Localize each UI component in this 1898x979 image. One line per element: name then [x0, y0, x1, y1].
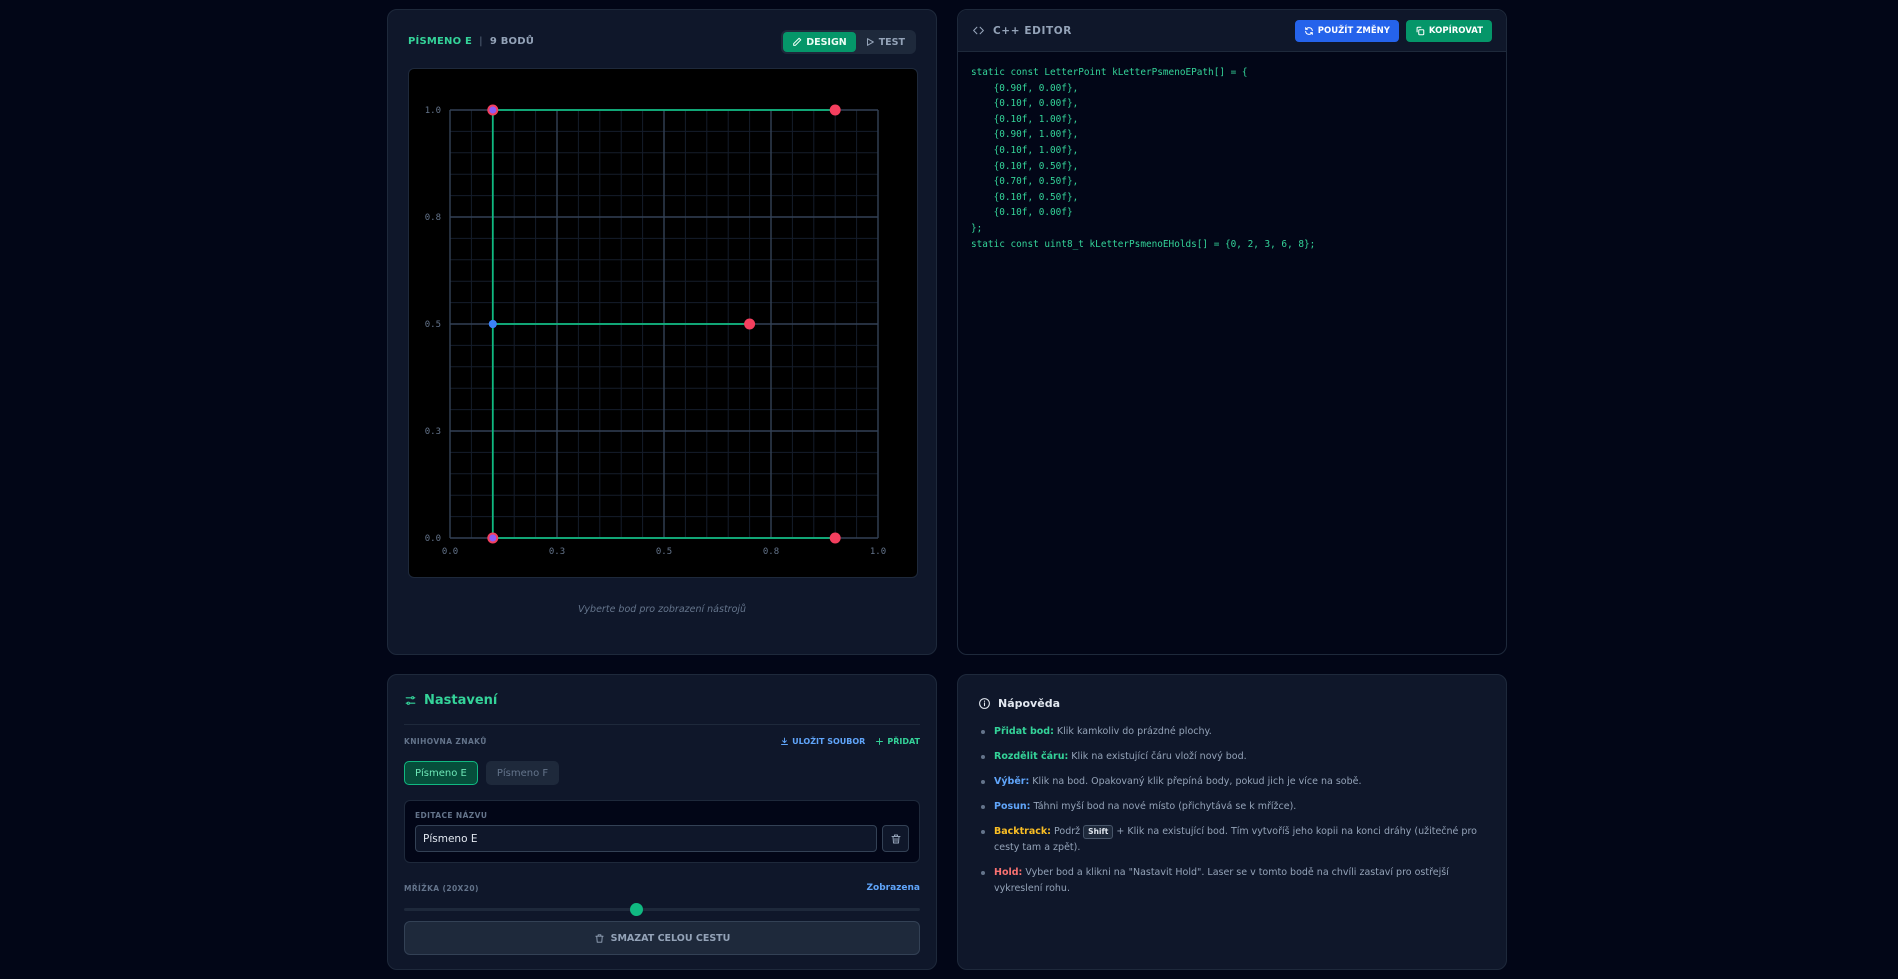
- tab-test[interactable]: TEST: [856, 32, 914, 52]
- code-editor[interactable]: static const LetterPoint kLetterPsmenoEP…: [971, 65, 1315, 252]
- canvas-svg[interactable]: 0.00.0 0.3 0.3 0.5 0.5 0.8 0.8 1.0 1.0: [409, 69, 917, 577]
- download-icon: [781, 737, 789, 745]
- copy-label: KOPÍROVAT: [1428, 25, 1483, 36]
- help-text: Táhni myší bod na nové místo (přichytává…: [1030, 801, 1297, 812]
- help-term: Přidat bod:: [994, 726, 1054, 737]
- help-term: Posun:: [994, 801, 1031, 812]
- tab-design[interactable]: DESIGN: [783, 32, 856, 52]
- y-tick-label: 0.3: [425, 427, 441, 437]
- help-header: Nápověda: [978, 697, 1060, 710]
- select-hint: Vyberte bod pro zobrazení nástrojů: [577, 604, 747, 615]
- grid-slider-thumb[interactable]: [629, 903, 643, 916]
- settings-divider: [404, 724, 920, 725]
- x-tick-label: 1.0: [870, 547, 886, 557]
- play-icon: [866, 38, 874, 46]
- help-list: Přidat bod: Klik kamkoliv do prázdné plo…: [981, 724, 1489, 906]
- settings-panel: Nastavení KNIHOVNA ZNAKŮ ULOŽIT SOUBOR P…: [387, 674, 937, 970]
- clear-path-button[interactable]: SMAZAT CELOU CESTU: [404, 921, 920, 955]
- chip-letter-e[interactable]: Písmeno E: [404, 761, 478, 785]
- plus-icon: [876, 738, 884, 745]
- grid-visibility-toggle[interactable]: Zobrazena: [867, 883, 921, 893]
- help-item-backtrack: Backtrack: Podrž Shift + Klik na existuj…: [981, 824, 1489, 856]
- grid-slider[interactable]: [404, 903, 920, 916]
- help-item-move: Posun: Táhni myší bod na nové místo (při…: [981, 799, 1489, 815]
- x-tick-label: 0.0: [442, 547, 458, 557]
- shift-key: Shift: [1083, 825, 1114, 839]
- save-file-label: ULOŽIT SOUBOR: [792, 737, 866, 746]
- grid-label: MŘÍŽKA (20X20): [404, 883, 479, 893]
- apply-changes-label: POUŽÍT ZMĚNY: [1317, 25, 1390, 36]
- help-item-select: Výběr: Klik na bod. Opakovaný klik přepí…: [981, 774, 1489, 790]
- apply-changes-button[interactable]: POUŽÍT ZMĚNY: [1294, 19, 1399, 42]
- help-text: Klik na bod. Opakovaný klik přepíná body…: [1029, 776, 1362, 787]
- help-term: Hold:: [994, 867, 1023, 878]
- name-edit-label: EDITACE NÁZVU: [415, 811, 488, 820]
- help-panel: Nápověda Přidat bod: Klik kamkoliv do pr…: [957, 674, 1507, 970]
- refresh-icon: [1304, 26, 1313, 35]
- help-title: Nápověda: [998, 697, 1060, 710]
- delete-letter-button[interactable]: [882, 825, 909, 852]
- letter-name-input[interactable]: [415, 825, 877, 852]
- code-icon: [973, 26, 984, 35]
- tab-test-label: TEST: [878, 36, 905, 48]
- header-separator: |: [479, 36, 483, 47]
- code-header: C++ EDITOR POUŽÍT ZMĚNY KOPÍROVAT: [958, 10, 1506, 52]
- hold-point: [829, 532, 841, 544]
- letter-chips: Písmeno E Písmeno F: [404, 761, 560, 785]
- overlap-point: [489, 106, 497, 114]
- copy-button[interactable]: KOPÍROVAT: [1405, 19, 1492, 42]
- copy-icon: [1416, 26, 1425, 35]
- trash-icon: [595, 933, 604, 943]
- y-tick-label: 1.0: [425, 106, 441, 116]
- code-panel: C++ EDITOR POUŽÍT ZMĚNY KOPÍROVAT static…: [957, 9, 1507, 655]
- settings-header: Nastavení: [404, 693, 497, 708]
- points-count: 9 BODŮ: [489, 36, 535, 47]
- overlap-point: [489, 534, 497, 542]
- design-panel: PÍSMENO E | 9 BODŮ DESIGN TEST 0.0 0.0 0.3…: [387, 9, 937, 655]
- tab-design-label: DESIGN: [806, 36, 847, 48]
- path-point: [488, 320, 497, 328]
- hold-point: [744, 318, 756, 330]
- x-tick-label: 0.3: [549, 547, 565, 557]
- trash-icon: [891, 834, 900, 843]
- editor-title: C++ EDITOR: [993, 24, 1072, 37]
- help-text: Vyber bod a klikni na "Nastavit Hold". L…: [994, 867, 1449, 894]
- design-canvas[interactable]: 0.0 0.0 0.3 0.3 0.5 0.5 0.8 0.8 1.0 1.0: [408, 68, 918, 578]
- design-header: PÍSMENO E | 9 BODŮ: [408, 36, 534, 47]
- hold-point: [829, 104, 841, 116]
- help-item-add-point: Přidat bod: Klik kamkoliv do prázdné plo…: [981, 724, 1489, 740]
- chip-letter-f[interactable]: Písmeno F: [485, 761, 560, 785]
- x-tick-label: 0.5: [656, 547, 672, 557]
- help-term: Výběr:: [994, 776, 1030, 787]
- help-term: Rozdělit čáru:: [994, 751, 1069, 762]
- clear-path-label: SMAZAT CELOU CESTU: [610, 932, 731, 944]
- add-letter-label: PŘIDAT: [887, 737, 920, 746]
- settings-title: Nastavení: [424, 693, 498, 708]
- y-tick-label: 0.5: [425, 320, 441, 330]
- add-letter-button[interactable]: PŘIDAT: [875, 737, 920, 746]
- letter-name: PÍSMENO E: [408, 36, 473, 47]
- save-file-button[interactable]: ULOŽIT SOUBOR: [780, 737, 865, 746]
- help-item-hold: Hold: Vyber bod a klikni na "Nastavit Ho…: [981, 865, 1489, 897]
- help-pre: Podrž: [1051, 826, 1084, 837]
- help-item-split-line: Rozdělit čáru: Klik na existující čáru v…: [981, 749, 1489, 765]
- help-text: Klik na existující čáru vloží nový bod.: [1068, 751, 1247, 762]
- help-term: Backtrack:: [994, 826, 1051, 837]
- mode-toggle: DESIGN TEST: [781, 30, 916, 54]
- grid-row: MŘÍŽKA (20X20) Zobrazena: [404, 883, 920, 893]
- name-edit-box: EDITACE NÁZVU: [404, 800, 920, 863]
- library-row: KNIHOVNA ZNAKŮ ULOŽIT SOUBOR PŘIDAT: [404, 737, 920, 746]
- info-icon: [979, 698, 990, 709]
- y-tick-label: 0.8: [425, 213, 441, 223]
- x-tick-label: 0.8: [763, 547, 779, 557]
- help-text: Klik kamkoliv do prázdné plochy.: [1053, 726, 1212, 737]
- y-tick-label: 0.0: [425, 534, 441, 544]
- sliders-icon: [405, 696, 416, 705]
- pencil-icon: [793, 37, 802, 46]
- library-label: KNIHOVNA ZNAKŮ: [404, 737, 487, 746]
